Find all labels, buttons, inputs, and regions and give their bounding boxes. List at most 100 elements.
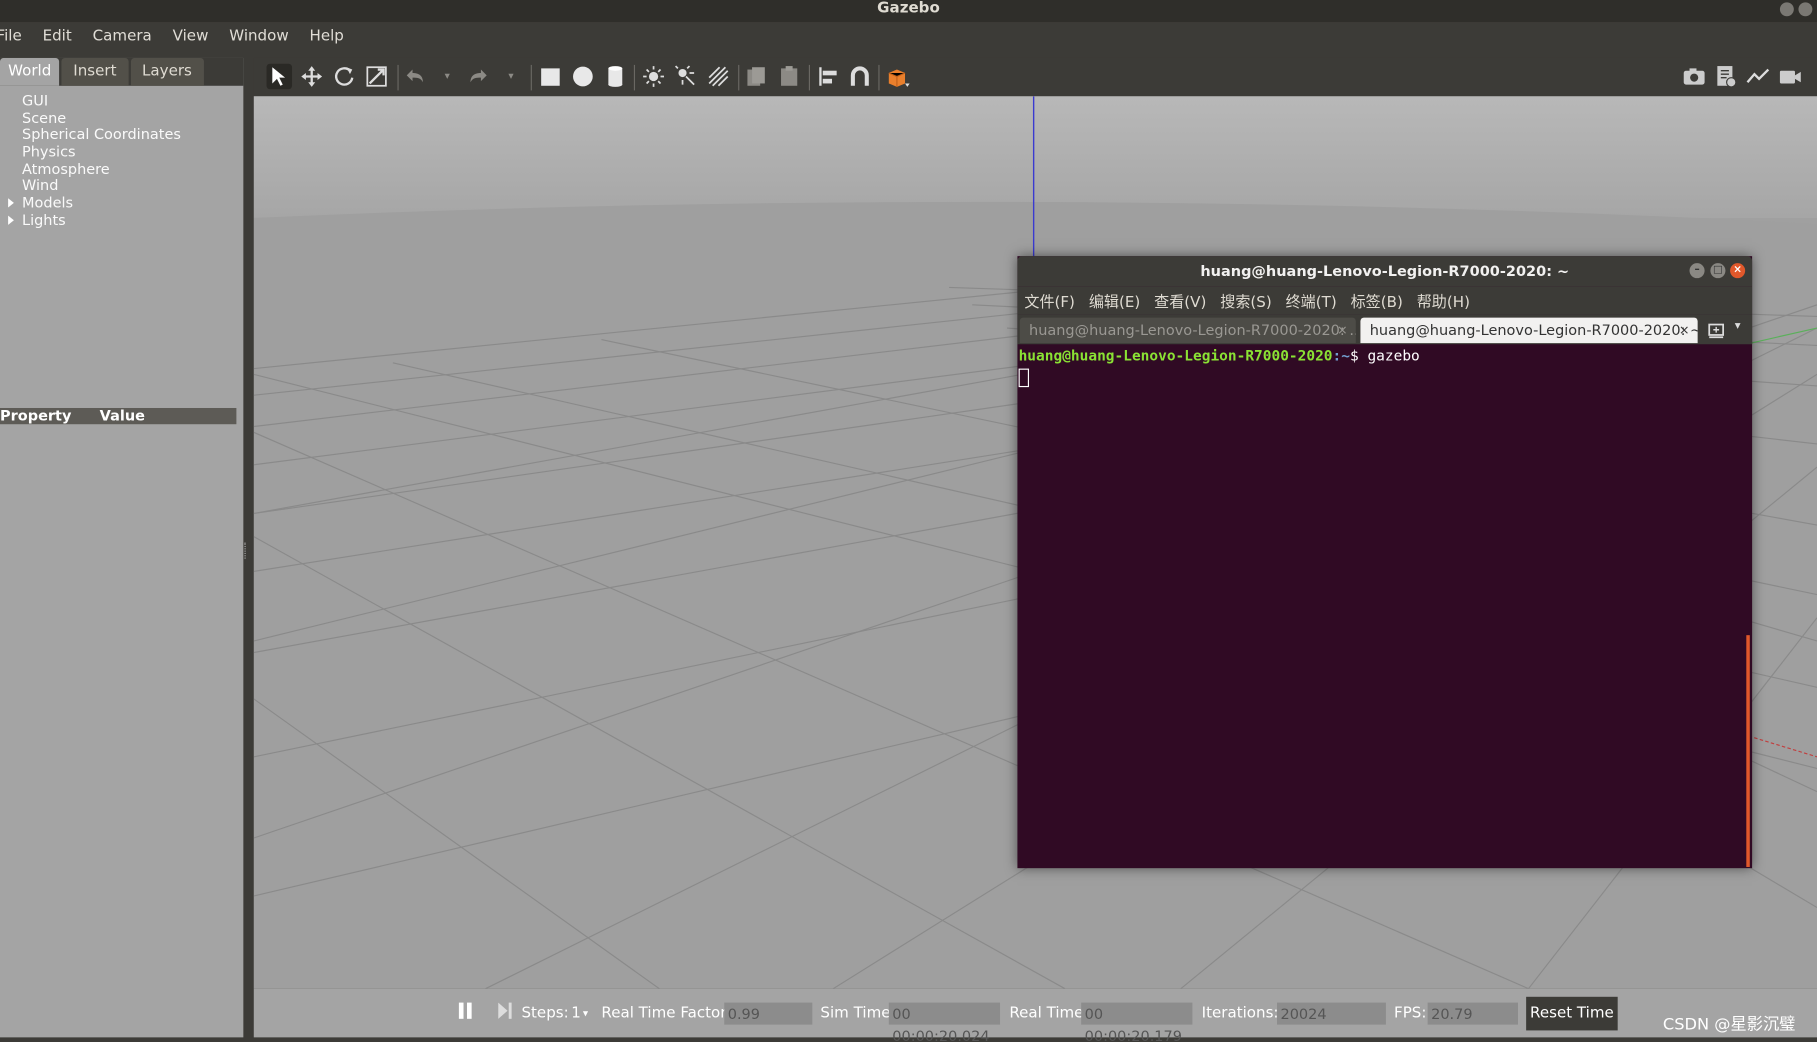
tab-layers[interactable]: Layers: [130, 57, 204, 86]
tree-item-label: Scene: [22, 108, 67, 126]
redo-icon[interactable]: [466, 64, 491, 89]
toolbar-separator: [738, 64, 740, 91]
tab-close-icon[interactable]: ×: [1337, 318, 1348, 343]
sim-time-label: Sim Time:: [820, 1004, 896, 1023]
window-titlebar: Gazebo: [0, 0, 1817, 23]
terminal-menu-help[interactable]: 帮助(H): [1417, 289, 1470, 311]
menu-view[interactable]: View: [173, 28, 209, 45]
tree-item-label: GUI: [22, 91, 49, 109]
world-tree: GUI Scene Spherical Coordinates Physics …: [0, 91, 243, 229]
menu-window[interactable]: Window: [229, 28, 288, 45]
spot-light-icon[interactable]: [673, 64, 698, 89]
terminal-line: huang@huang-Lenovo-Legion-R7000-2020:~$ …: [1019, 347, 1751, 364]
cylinder-icon[interactable]: [603, 64, 628, 89]
tree-item-physics[interactable]: Physics: [0, 143, 243, 161]
redo-dropdown-icon[interactable]: ▾: [498, 64, 523, 89]
align-icon[interactable]: [816, 64, 841, 89]
terminal-menu-terminal[interactable]: 终端(T): [1286, 289, 1337, 311]
tree-item-label: Wind: [22, 176, 59, 195]
terminal-tab[interactable]: huang@huang-Lenovo-Legion-R7000-2020: ..…: [1019, 317, 1356, 344]
tab-world[interactable]: World: [0, 57, 60, 86]
translate-icon[interactable]: [299, 64, 324, 89]
menu-camera[interactable]: Camera: [93, 28, 152, 45]
copy-icon[interactable]: [744, 64, 769, 89]
fps-label: FPS:: [1394, 1004, 1427, 1023]
terminal-window[interactable]: huang@huang-Lenovo-Legion-R7000-2020: ~ …: [1017, 256, 1753, 869]
toolbar-separator: [808, 64, 811, 91]
rtf-label: Real Time Factor:: [601, 1004, 732, 1023]
tab-insert[interactable]: Insert: [61, 57, 129, 86]
tree-item-label: Models: [22, 193, 74, 212]
log-icon[interactable]: [1713, 64, 1738, 89]
paste-icon[interactable]: [776, 64, 801, 89]
close-button[interactable]: [1798, 2, 1813, 17]
minimize-icon[interactable]: –: [1689, 263, 1705, 279]
window-controls: [1779, 2, 1813, 17]
step-icon[interactable]: [497, 1001, 513, 1024]
terminal-scrollbar[interactable]: [1746, 635, 1750, 867]
tree-item-models[interactable]: Models: [0, 193, 243, 212]
rotate-icon[interactable]: [331, 64, 356, 89]
select-arrow-icon[interactable]: [266, 63, 293, 90]
status-bar: Steps: 1 ▾ Real Time Factor: 0.99 Sim Ti…: [253, 988, 1817, 1042]
tree-item-scene[interactable]: Scene: [0, 108, 243, 127]
reset-time-button[interactable]: Reset Time: [1526, 996, 1618, 1031]
menu-help[interactable]: Help: [310, 28, 344, 45]
tree-item-lights[interactable]: Lights: [0, 211, 243, 229]
video-icon[interactable]: [1778, 64, 1803, 89]
tree-item-gui[interactable]: GUI: [0, 91, 243, 110]
point-light-icon[interactable]: [641, 64, 666, 89]
pause-icon[interactable]: [458, 1001, 474, 1024]
sim-time-value: 00 00:00:20.024: [888, 1002, 1001, 1042]
value-column-header: Value: [99, 406, 145, 425]
steps-value[interactable]: 1: [571, 1005, 581, 1022]
maximize-icon[interactable]: □: [1710, 263, 1726, 279]
box-icon[interactable]: [538, 64, 563, 89]
expand-arrow-icon[interactable]: [8, 215, 14, 225]
undo-dropdown-icon[interactable]: ▾: [435, 64, 460, 89]
terminal-output[interactable]: huang@huang-Lenovo-Legion-R7000-2020:~$ …: [1017, 344, 1752, 868]
toolbar-separator: [633, 64, 636, 91]
iterations-label: Iterations:: [1201, 1004, 1279, 1023]
toolbar: ▾ ▾: [253, 57, 1817, 97]
terminal-tab-label: huang@huang-Lenovo-Legion-R7000-2020: ..…: [1029, 321, 1356, 339]
terminal-menu-search[interactable]: 搜索(S): [1220, 289, 1271, 311]
tree-item-atmosphere[interactable]: Atmosphere: [0, 160, 243, 178]
terminal-menu-view[interactable]: 查看(V): [1154, 289, 1206, 311]
scale-icon[interactable]: [364, 64, 389, 89]
steps-dropdown-icon[interactable]: ▾: [583, 1008, 588, 1020]
undo-icon[interactable]: [402, 64, 427, 89]
panel-splitter[interactable]: [244, 542, 248, 559]
new-tab-icon[interactable]: [1706, 320, 1727, 341]
expand-arrow-icon[interactable]: [8, 198, 14, 208]
screenshot-icon[interactable]: [1681, 64, 1706, 89]
terminal-menu-tabs[interactable]: 标签(B): [1351, 289, 1403, 311]
terminal-titlebar[interactable]: huang@huang-Lenovo-Legion-R7000-2020: ~ …: [1017, 256, 1753, 287]
menu-file[interactable]: File: [0, 28, 22, 45]
tree-item-label: Spherical Coordinates: [22, 125, 181, 144]
tab-menu-dropdown-icon[interactable]: ▾: [1735, 320, 1741, 333]
snap-icon[interactable]: [847, 64, 872, 89]
directional-light-icon[interactable]: [706, 64, 731, 89]
watermark: CSDN @星影沉璧: [1662, 1015, 1796, 1034]
minimize-button[interactable]: [1779, 2, 1794, 17]
menu-edit[interactable]: Edit: [43, 28, 72, 45]
left-panel-tabs: World Insert Layers: [0, 57, 244, 86]
text-cursor: [1018, 368, 1030, 388]
plot-icon[interactable]: [1745, 64, 1770, 89]
close-icon[interactable]: ×: [1730, 263, 1746, 279]
tab-close-icon[interactable]: ×: [1679, 318, 1690, 343]
tree-item-spherical-coordinates[interactable]: Spherical Coordinates: [0, 125, 243, 144]
terminal-menu-file[interactable]: 文件(F): [1024, 289, 1075, 311]
prompt-user: huang@huang-Lenovo-Legion-R7000-2020: [1018, 346, 1333, 364]
toolbar-separator: [530, 64, 532, 91]
terminal-title: huang@huang-Lenovo-Legion-R7000-2020: ~: [1200, 261, 1570, 280]
toolbar-separator: [397, 64, 399, 91]
view-angle-icon[interactable]: [885, 64, 910, 89]
sphere-icon[interactable]: [570, 64, 595, 89]
terminal-tab-active[interactable]: huang@huang-Lenovo-Legion-R7000-2020: ~ …: [1360, 317, 1698, 344]
tree-item-wind[interactable]: Wind: [0, 176, 243, 195]
terminal-menu-edit[interactable]: 编辑(E): [1089, 289, 1140, 311]
fps-value: 20.79: [1427, 1002, 1519, 1025]
rtf-value: 0.99: [724, 1002, 813, 1025]
